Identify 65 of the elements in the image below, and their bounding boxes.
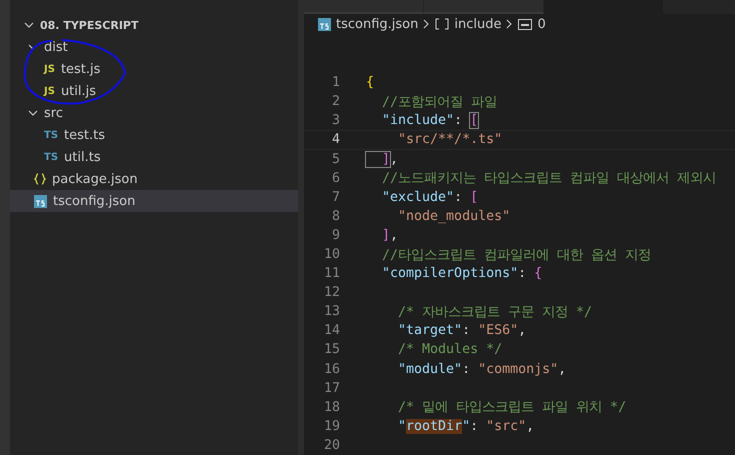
code-line: {	[366, 75, 374, 90]
line-number: 12	[322, 285, 340, 300]
line-number: 11	[322, 266, 340, 282]
code-line: /* 밑에 타입스크립트 파일 위치 */	[397, 399, 626, 416]
line-number: 14	[322, 323, 340, 338]
chevron-icon	[28, 108, 38, 118]
folder-header[interactable]: 08. TYPESCRIPT	[10, 14, 298, 36]
editor-tab[interactable]	[304, 0, 424, 14]
folder-item[interactable]: dist	[10, 36, 298, 58]
file-item[interactable]: tsconfig.json	[10, 190, 298, 212]
string-icon	[518, 18, 532, 30]
line-number: 20	[322, 438, 340, 453]
brackets-icon	[435, 18, 450, 30]
folder-item[interactable]: src	[10, 102, 298, 124]
code-line: ],	[381, 228, 398, 243]
code-line: ],	[366, 152, 398, 167]
line-number: 5	[330, 152, 340, 167]
braces-icon	[34, 173, 46, 185]
code-line: "exclude": [	[381, 190, 478, 205]
line-number: 18	[322, 400, 340, 415]
chevron-icon	[423, 19, 430, 30]
line-number: 9	[330, 228, 340, 243]
code-line: //타입스크립트 컴파일러에 대한 옵션 지정	[381, 246, 652, 264]
breadcrumb-item[interactable]: include	[454, 16, 502, 32]
code-line: "target": "ES6",	[397, 323, 526, 338]
line-number: 7	[330, 190, 340, 205]
tsconfig-file-icon	[318, 18, 331, 31]
file-item[interactable]: package.json	[10, 168, 298, 190]
js-file-icon: JS	[44, 86, 55, 96]
line-number: 3	[330, 113, 340, 128]
code-line: "include": [	[381, 113, 478, 128]
code-line: //포함되어질 파일	[381, 94, 498, 111]
editor-tab[interactable]	[544, 0, 664, 14]
code-line: /* 자바스크립트 구문 지정 */	[397, 304, 592, 321]
line-number: 13	[322, 304, 340, 320]
line-number: 15	[322, 342, 340, 358]
line-number: 17	[322, 380, 340, 396]
code-line: //노드패키지는 타입스크립트 컴파일 대상에서 제외시	[381, 170, 716, 188]
line-number: 19	[322, 418, 340, 434]
code-line: "node_modules"	[397, 208, 510, 224]
code-line: /* Modules */	[397, 342, 502, 358]
code-line: "rootDir": "src",	[397, 418, 534, 434]
line-number: 6	[330, 170, 340, 186]
code-line: "compilerOptions": {	[381, 266, 542, 282]
chevron-icon	[506, 19, 514, 30]
line-number: 16	[322, 362, 340, 377]
ts-file-icon: TS	[44, 152, 58, 162]
file-item[interactable]: JS test.js	[10, 58, 298, 80]
breadcrumb-item[interactable]: tsconfig.json	[336, 16, 418, 32]
line-number: 2	[330, 94, 340, 110]
file-item[interactable]: TS util.ts	[10, 146, 298, 168]
js-file-icon: JS	[44, 64, 55, 74]
file-item[interactable]: JS util.js	[10, 80, 298, 102]
line-number: 10	[322, 247, 340, 262]
file-item[interactable]: TS test.ts	[10, 124, 298, 146]
code-line: "src/**/*.ts"	[397, 132, 502, 148]
line-number: 1	[330, 75, 340, 90]
chevron-icon	[24, 20, 34, 30]
code-line: "module": "commonjs",	[397, 362, 566, 377]
line-number: 8	[330, 208, 340, 224]
tsconfig-file-icon	[34, 194, 47, 208]
ts-file-icon: TS	[44, 130, 58, 140]
line-number: 4	[330, 132, 340, 148]
breadcrumb-item[interactable]: 0	[537, 16, 546, 32]
editor-tab[interactable]	[424, 0, 544, 14]
